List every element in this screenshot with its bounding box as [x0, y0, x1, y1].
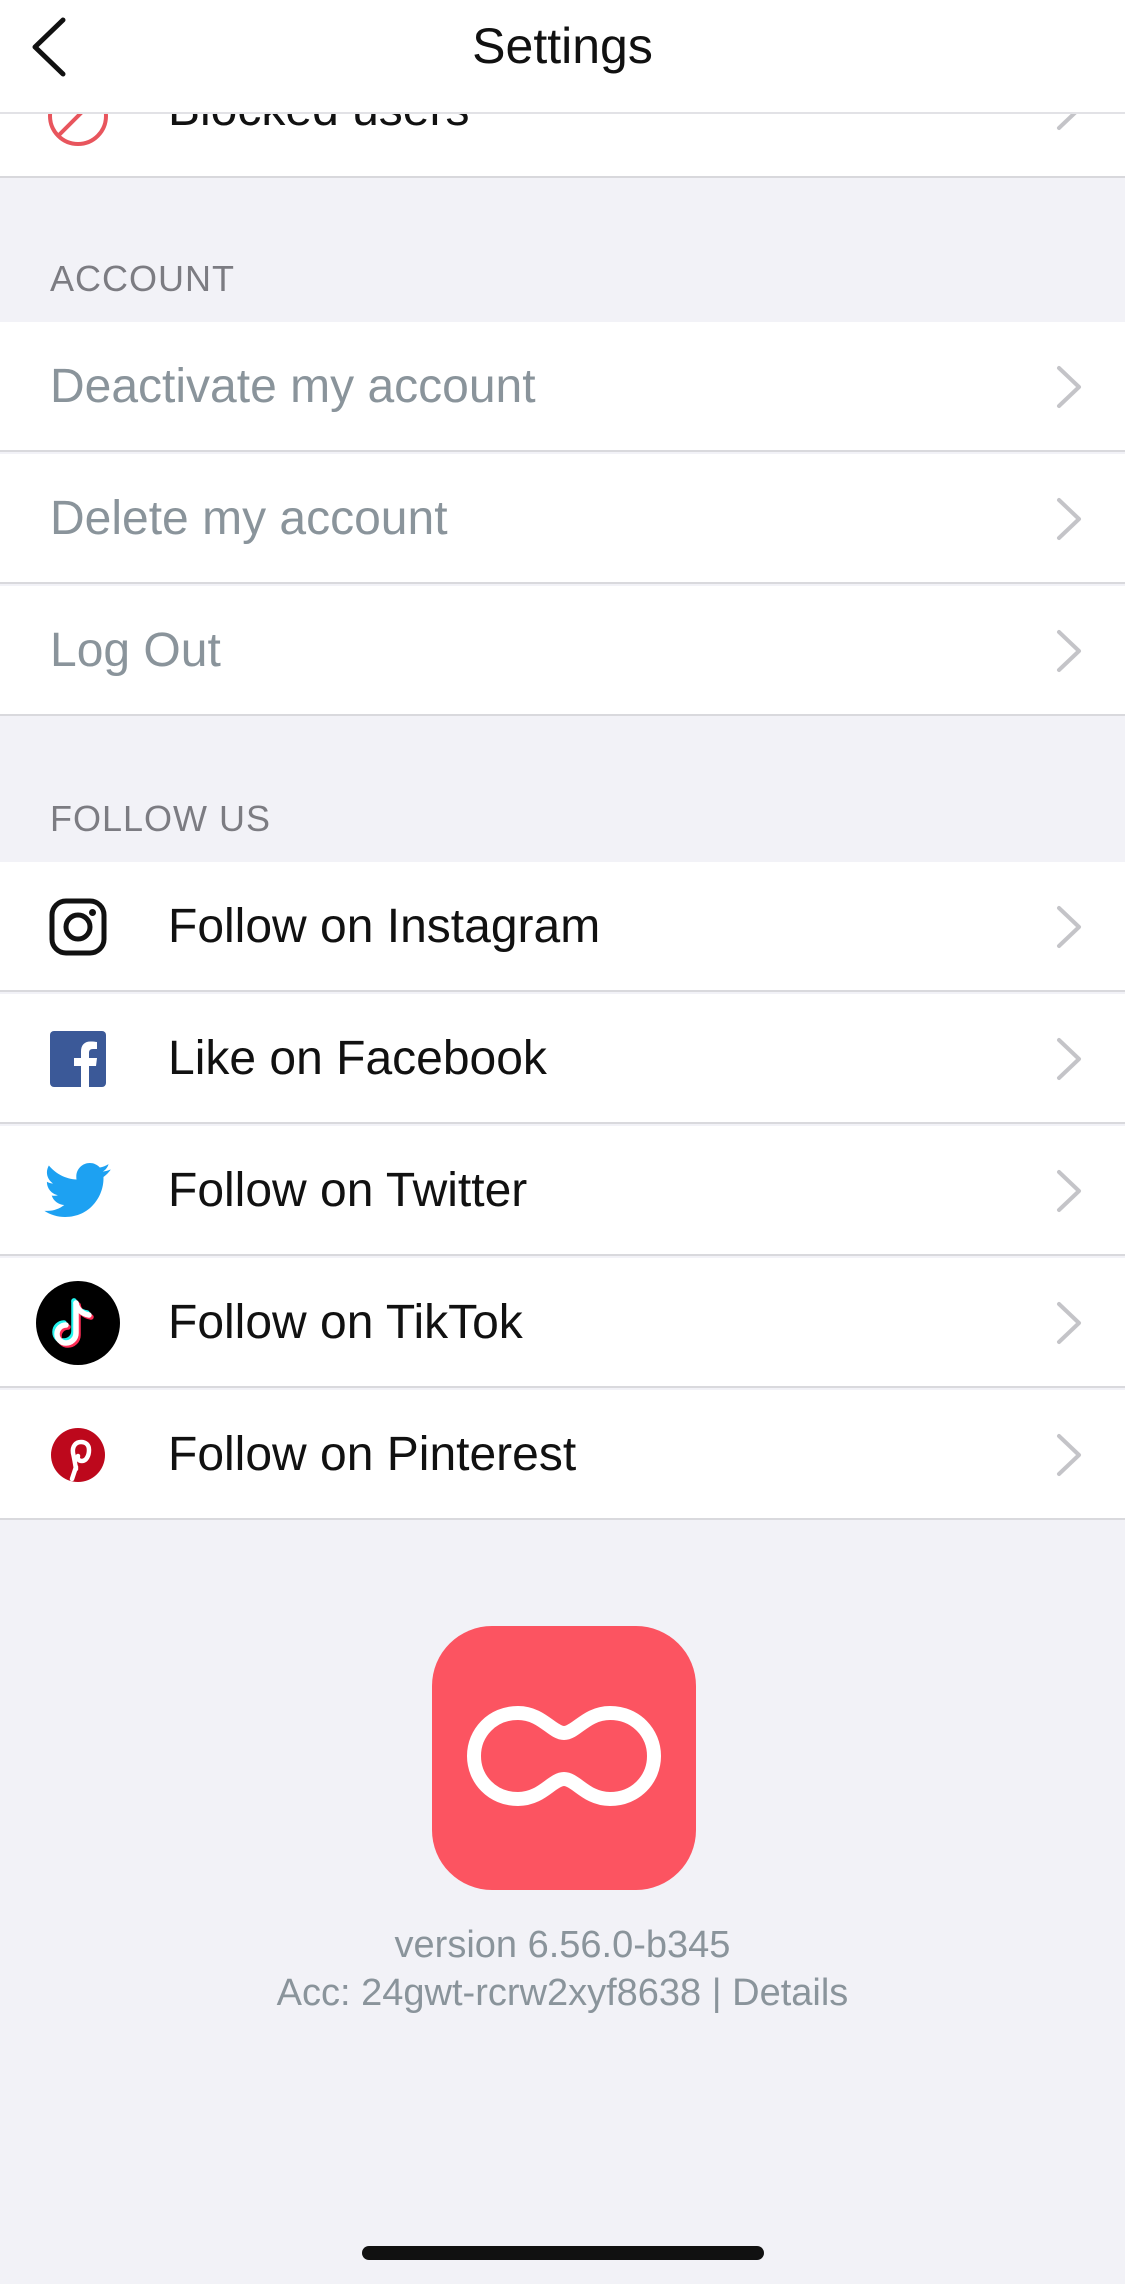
- app-logo: [432, 1626, 696, 1890]
- pinterest-icon: [36, 1411, 120, 1499]
- follow-tiktok-label: Follow on TikTok: [168, 1296, 523, 1349]
- section-header-follow-us: FOLLOW US: [50, 798, 272, 839]
- chevron-right-icon: [1055, 1168, 1083, 1219]
- follow-pinterest-row[interactable]: Follow on Pinterest: [0, 1390, 1125, 1520]
- tiktok-icon: [36, 1279, 120, 1367]
- chevron-right-icon: [1055, 1300, 1083, 1351]
- account-id-text: Acc: 24gwt-rcrw2xyf8638 |: [276, 1972, 733, 2014]
- settings-screen: Blocked users Settings ACCOUNT Deactivat…: [0, 0, 1125, 2284]
- navigation-bar: Settings: [0, 0, 1125, 114]
- chevron-right-icon: [1055, 904, 1083, 955]
- page-title: Settings: [472, 18, 653, 74]
- twitter-icon: [36, 1147, 120, 1235]
- deactivate-account-row[interactable]: Deactivate my account: [0, 322, 1125, 452]
- follow-instagram-row[interactable]: Follow on Instagram: [0, 862, 1125, 992]
- like-facebook-row[interactable]: Like on Facebook: [0, 994, 1125, 1124]
- log-out-row[interactable]: Log Out: [0, 586, 1125, 716]
- delete-account-row[interactable]: Delete my account: [0, 454, 1125, 584]
- chevron-right-icon: [1055, 1036, 1083, 1087]
- deactivate-account-label: Deactivate my account: [50, 360, 536, 413]
- account-id-line: Acc: 24gwt-rcrw2xyf8638 | Details: [0, 1972, 1125, 2015]
- version-text: version 6.56.0-b345: [394, 1924, 731, 1966]
- delete-account-label: Delete my account: [50, 492, 448, 545]
- chevron-right-icon: [1055, 1432, 1083, 1483]
- chevron-right-icon: [1055, 628, 1083, 679]
- home-indicator[interactable]: [362, 2246, 764, 2260]
- log-out-label: Log Out: [50, 624, 221, 677]
- follow-pinterest-label: Follow on Pinterest: [168, 1428, 577, 1481]
- chevron-right-icon: [1055, 364, 1083, 415]
- follow-tiktok-row[interactable]: Follow on TikTok: [0, 1258, 1125, 1388]
- section-header-account: ACCOUNT: [50, 258, 235, 299]
- follow-twitter-row[interactable]: Follow on Twitter: [0, 1126, 1125, 1256]
- like-facebook-label: Like on Facebook: [168, 1032, 547, 1085]
- chevron-right-icon: [1055, 496, 1083, 547]
- follow-twitter-label: Follow on Twitter: [168, 1164, 528, 1217]
- follow-instagram-label: Follow on Instagram: [168, 900, 601, 953]
- app-logo-icon: [466, 1701, 662, 1816]
- details-link[interactable]: Details: [732, 1972, 848, 2014]
- instagram-icon: [36, 883, 120, 971]
- facebook-icon: [36, 1015, 120, 1103]
